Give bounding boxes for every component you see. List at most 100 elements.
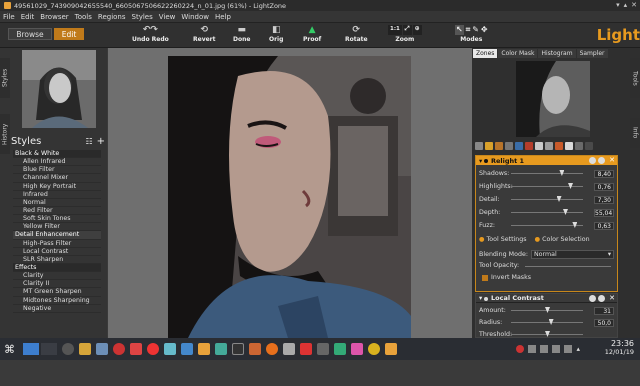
tab-tool-settings[interactable]: ● Tool Settings (479, 236, 527, 243)
files-icon[interactable] (96, 343, 108, 355)
calculator-icon[interactable] (283, 343, 295, 355)
slider-knob[interactable] (572, 222, 578, 228)
blur-tool-icon[interactable] (515, 142, 523, 150)
revert-button[interactable]: ⟲ Revert (193, 25, 216, 43)
region-mode-icon[interactable]: ✎ (472, 25, 479, 35)
slider-knob[interactable] (545, 307, 550, 313)
param-slider[interactable] (511, 209, 583, 215)
style-item[interactable]: High-Pass Filter (13, 240, 101, 248)
terminal-icon[interactable] (232, 343, 244, 355)
param-slider[interactable] (511, 331, 583, 337)
app-c-icon[interactable] (317, 343, 329, 355)
spot-tool-icon[interactable] (565, 142, 573, 150)
gray-tool-icon[interactable] (575, 142, 583, 150)
panel-settings-icon[interactable] (589, 157, 596, 164)
style-item[interactable]: MT Green Sharpen (13, 288, 101, 297)
style-category[interactable]: Effects (13, 263, 101, 273)
invert-masks-checkbox[interactable] (482, 274, 488, 281)
done-button[interactable]: ▬ Done (233, 25, 250, 43)
param-value-field[interactable]: 31 (594, 306, 614, 315)
opacity-slider[interactable] (525, 266, 611, 267)
zoom-in-icon[interactable]: ⊕ (412, 25, 422, 35)
tab-zones[interactable]: Zones (473, 49, 498, 58)
style-item[interactable]: Negative (13, 305, 101, 313)
styles-side-tab[interactable]: Styles (0, 58, 10, 98)
tab-histogram[interactable]: Histogram (538, 49, 576, 58)
slider-knob[interactable] (559, 170, 565, 176)
lightzone-icon[interactable] (385, 343, 397, 355)
target-icon[interactable] (113, 343, 125, 355)
style-item[interactable]: Allen Infrared (13, 158, 101, 167)
style-item[interactable]: Infrared (13, 191, 101, 199)
slider-knob[interactable] (548, 319, 554, 325)
menu-tools[interactable]: Tools (75, 13, 92, 21)
panel-settings-icon[interactable] (589, 295, 596, 302)
battery-icon[interactable] (564, 345, 573, 353)
hue-sat-icon[interactable] (535, 142, 543, 150)
chrome-icon[interactable] (368, 343, 380, 355)
firefox-icon[interactable] (266, 343, 278, 355)
tab-color-selection[interactable]: ● Color Selection (535, 236, 590, 243)
collapse-icon[interactable]: ▾ (479, 294, 482, 302)
workspace-2[interactable] (41, 343, 57, 355)
zoom-fit-icon[interactable]: ⤢ (402, 25, 412, 35)
style-item[interactable]: Local Contrast (13, 248, 101, 256)
style-category[interactable]: Detail Enhancement (13, 231, 101, 240)
slider-knob[interactable] (563, 209, 568, 215)
menu-view[interactable]: View (159, 13, 176, 21)
menu-styles[interactable]: Styles (132, 13, 153, 21)
param-slider[interactable] (511, 196, 583, 202)
app-e-icon[interactable] (351, 343, 363, 355)
style-item[interactable]: Clarity II (13, 280, 101, 289)
param-slider[interactable] (511, 319, 583, 325)
param-slider[interactable] (511, 183, 583, 189)
clipboard-icon[interactable] (552, 345, 561, 353)
clone-tool-icon[interactable] (555, 142, 563, 150)
menu-file[interactable]: File (3, 13, 15, 21)
relight-header[interactable]: ▾ Relight 1 ✕ (476, 156, 617, 165)
style-item[interactable]: Channel Mixer (13, 174, 101, 183)
info-side-tab[interactable]: Info (630, 118, 640, 148)
settings-icon[interactable] (181, 343, 193, 355)
image-viewer-icon[interactable] (198, 343, 210, 355)
menu-regions[interactable]: Regions (98, 13, 126, 21)
param-value-field[interactable]: 55,04 (594, 208, 614, 217)
style-item[interactable]: Soft Skin Tones (13, 215, 101, 224)
param-slider[interactable] (511, 307, 583, 313)
tools-side-tab[interactable]: Tools (630, 58, 640, 98)
menu-window[interactable]: Window (181, 13, 209, 21)
list-view-icon[interactable]: ☷ (85, 137, 92, 146)
blend-mode-select[interactable]: Normal ▾ (530, 250, 614, 259)
cube-icon[interactable] (164, 343, 176, 355)
param-slider[interactable] (511, 170, 583, 176)
param-value-field[interactable]: 8,40 (594, 169, 614, 178)
style-item[interactable]: Red Filter (13, 207, 101, 216)
zoom-control[interactable]: 1:1 ⤢ ⊕ Zoom (388, 25, 422, 43)
editor-icon[interactable] (215, 343, 227, 355)
browser-icon[interactable] (130, 343, 142, 355)
curve-tool-icon[interactable] (495, 142, 503, 150)
slider-knob[interactable] (545, 331, 550, 337)
workspace-switcher[interactable] (23, 343, 39, 355)
param-value-field[interactable]: 0,76 (594, 182, 614, 191)
edit-tab[interactable]: Edit (54, 28, 84, 40)
style-item[interactable]: SLR Sharpen (13, 256, 101, 264)
search-icon[interactable] (62, 343, 74, 355)
orig-button[interactable]: ◧ Orig (269, 25, 283, 43)
rotate-button[interactable]: ⟳ Rotate (345, 25, 368, 43)
app-b-icon[interactable] (300, 343, 312, 355)
app-d-icon[interactable] (334, 343, 346, 355)
arrow-mode-icon[interactable]: ↖ (455, 25, 464, 35)
menu-edit[interactable]: Edit (21, 13, 35, 21)
style-category[interactable]: Black & White (13, 150, 101, 159)
param-value-field[interactable]: 50,0 (594, 318, 614, 327)
panel-close-icon[interactable]: ✕ (609, 156, 615, 164)
param-slider[interactable] (511, 222, 583, 228)
zoom-value[interactable]: 1:1 (388, 25, 402, 35)
slider-knob[interactable] (568, 183, 574, 189)
vivaldi-icon[interactable] (147, 343, 159, 355)
volume-icon[interactable] (540, 345, 549, 353)
folder-icon[interactable] (79, 343, 91, 355)
history-side-tab[interactable]: History (0, 114, 10, 154)
minimize-icon[interactable]: ▾ (616, 1, 620, 9)
